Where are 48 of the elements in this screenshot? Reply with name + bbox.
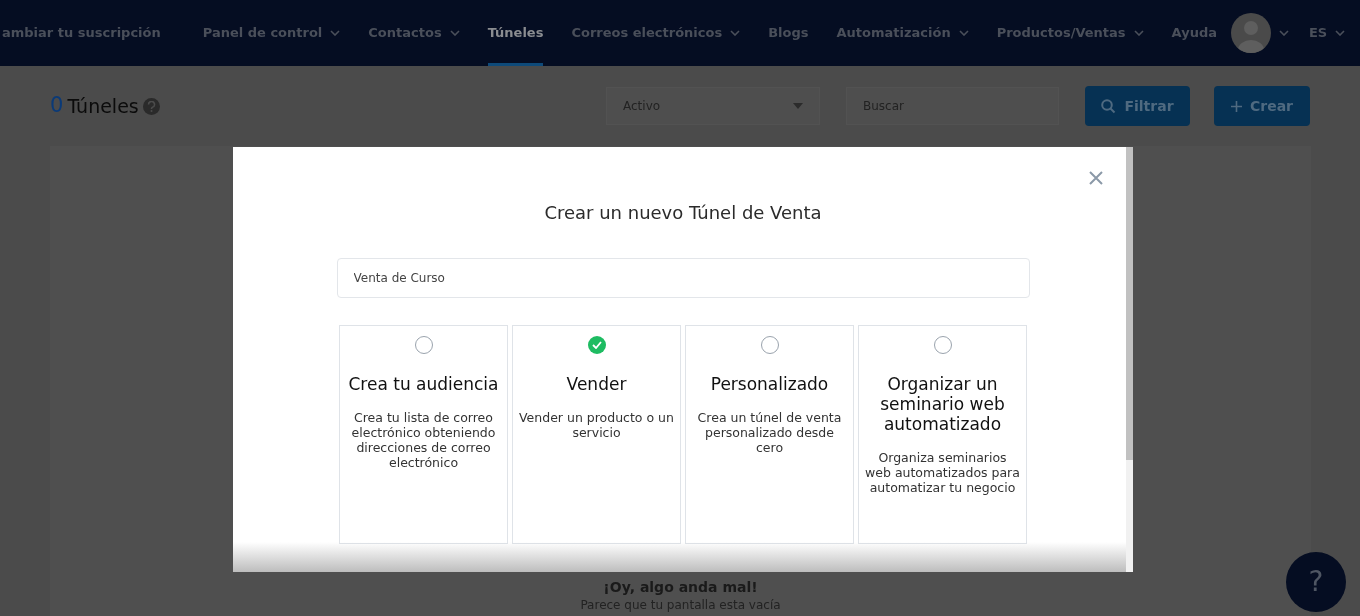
funnel-count: 0 <box>50 92 64 120</box>
nav-item[interactable]: Contactos <box>368 0 460 66</box>
nav-item[interactable]: Panel de control <box>202 0 341 66</box>
nav-item[interactable]: Automatización <box>836 0 969 66</box>
check-icon <box>591 341 602 349</box>
radio-button[interactable] <box>933 336 952 354</box>
radio-button[interactable] <box>587 336 606 354</box>
scrollbar-thumb[interactable] <box>1126 147 1133 460</box>
option-description: Crea un túnel de venta personalizado desde cero <box>696 410 843 455</box>
help-icon[interactable] <box>142 97 160 115</box>
radio-button[interactable] <box>414 336 433 354</box>
option-description: Organiza seminarios web automatizados para automatizar tu negocio <box>865 450 1020 495</box>
nav-item[interactable]: Ayuda <box>1171 0 1217 66</box>
page-title: Túneles <box>67 93 139 119</box>
nav-item[interactable]: Correos electrónicos <box>571 0 741 66</box>
option-title: Vender <box>566 374 627 394</box>
close-icon[interactable] <box>1089 171 1103 185</box>
option-description: Vender un producto o un servicio <box>519 410 674 440</box>
help-button[interactable]: ? <box>1286 552 1346 612</box>
language-selector[interactable]: ES <box>1308 23 1346 43</box>
create-button[interactable]: Crear <box>1214 86 1310 126</box>
funnel-type-card[interactable]: Personalizado Crea un túnel de venta personalizado desde cero <box>685 325 854 544</box>
nav-item[interactable]: ambiar tu suscripción <box>2 0 161 66</box>
option-description: Crea tu lista de correo electrónico obteniendo direcciones de correo electrónico <box>350 410 497 470</box>
modal-title: Crear un nuevo Túnel de Venta <box>544 201 822 225</box>
name-field[interactable]: Venta de Curso <box>336 258 1030 298</box>
caret-icon[interactable] <box>1278 30 1289 36</box>
caret-icon <box>958 30 969 36</box>
funnel-type-card[interactable]: Organizar un seminario web automatizado Organiza seminarios web automatizados para automatizar tu negocio <box>858 325 1027 544</box>
avatar-icon[interactable] <box>1230 13 1271 53</box>
caret-icon <box>730 30 741 36</box>
funnel-type-card[interactable]: Crea tu audiencia Crea tu lista de correo electrónico obteniendo direcciones de correo electrónico <box>339 325 508 544</box>
nav-item[interactable]: Productos/Ventas <box>996 0 1144 66</box>
radio-button[interactable] <box>760 336 779 354</box>
nav-item[interactable]: Blogs <box>768 0 809 66</box>
caret-icon <box>1335 30 1346 36</box>
search-icon <box>1101 98 1117 114</box>
funnel-type-card[interactable]: Vender Vender un producto o un servicio <box>512 325 681 544</box>
plus-icon <box>1231 100 1242 112</box>
option-title: Personalizado <box>710 374 829 394</box>
nav-item[interactable]: Túneles <box>487 0 544 66</box>
caret-icon <box>449 30 460 36</box>
caret-icon <box>330 30 341 36</box>
option-title: Crea tu audiencia <box>348 374 499 394</box>
caret-icon <box>1133 30 1144 36</box>
option-title: Organizar un seminario web automatizado <box>879 374 1006 434</box>
filter-button[interactable]: Filtrar <box>1085 86 1190 126</box>
dropdown-arrow-icon <box>793 103 803 109</box>
